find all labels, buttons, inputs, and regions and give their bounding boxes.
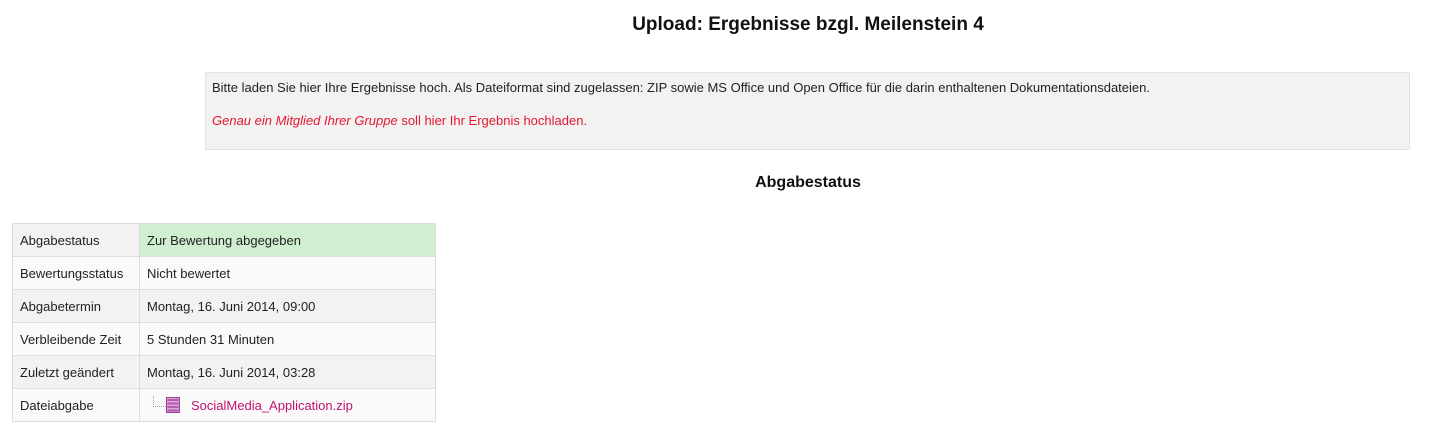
intro-text: Bitte laden Sie hier Ihre Ergebnisse hoc… <box>212 80 1150 95</box>
time-remaining-value: 5 Stunden 31 Minuten <box>139 322 436 356</box>
row-label: Verbleibende Zeit <box>12 322 140 356</box>
submission-status-value: Zur Bewertung abgegeben <box>139 223 436 257</box>
due-date-value: Montag, 16. Juni 2014, 09:00 <box>139 289 436 323</box>
intro-note-emphasis: Genau ein Mitglied Ihrer Gruppe <box>212 113 398 128</box>
row-label: Bewertungsstatus <box>12 256 140 290</box>
table-row: Verbleibende Zeit 5 Stunden 31 Minuten <box>12 322 436 356</box>
row-label: Abgabestatus <box>12 223 140 257</box>
page-title: Upload: Ergebnisse bzgl. Meilenstein 4 <box>632 14 984 35</box>
table-row: Abgabestatus Zur Bewertung abgegeben <box>12 223 436 257</box>
table-row: Abgabetermin Montag, 16. Juni 2014, 09:0… <box>12 289 436 323</box>
zip-archive-icon <box>166 397 180 413</box>
section-title-abgabestatus: Abgabestatus <box>755 174 861 191</box>
row-label: Abgabetermin <box>12 289 140 323</box>
submitted-file-link[interactable]: SocialMedia_Application.zip <box>191 398 353 413</box>
submission-status-table: Abgabestatus Zur Bewertung abgegeben Bew… <box>12 223 436 422</box>
tree-connector <box>153 396 166 407</box>
grading-status-value: Nicht bewertet <box>139 256 436 290</box>
table-row: Bewertungsstatus Nicht bewertet <box>12 256 436 290</box>
table-row: Dateiabgabe SocialMedia_Application.zip <box>12 388 436 422</box>
last-modified-value: Montag, 16. Juni 2014, 03:28 <box>139 355 436 389</box>
intro-note: Genau ein Mitglied Ihrer Gruppe soll hie… <box>212 113 587 128</box>
intro-note-rest: soll hier Ihr Ergebnis hochladen. <box>397 113 588 128</box>
table-row: Zuletzt geändert Montag, 16. Juni 2014, … <box>12 355 436 389</box>
row-label: Dateiabgabe <box>12 388 140 422</box>
intro-box: Bitte laden Sie hier Ihre Ergebnisse hoc… <box>205 72 1410 150</box>
row-label: Zuletzt geändert <box>12 355 140 389</box>
file-submission-cell: SocialMedia_Application.zip <box>139 388 436 422</box>
